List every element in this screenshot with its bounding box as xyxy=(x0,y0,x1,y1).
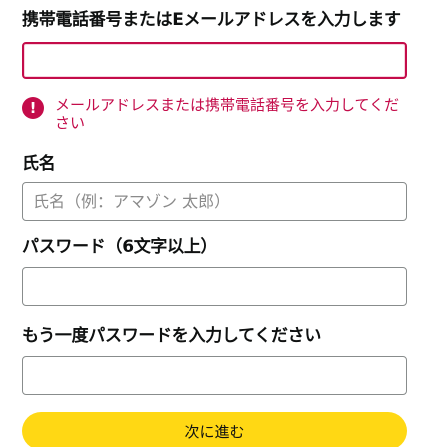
name-input[interactable] xyxy=(22,182,407,221)
password-confirm-input[interactable] xyxy=(22,356,407,395)
password-confirm-label: もう一度パスワードを入力してください xyxy=(22,326,322,346)
contact-error-text: メールアドレスまたは携帯電話番号を入力してください xyxy=(55,96,400,132)
registration-form: 携帯電話番号またはEメールアドレスを入力します ! メールアドレスまたは携帯電話… xyxy=(0,0,430,447)
contact-input[interactable] xyxy=(22,42,407,79)
password-label: パスワード（6文字以上） xyxy=(22,237,218,257)
password-input[interactable] xyxy=(22,267,407,306)
error-alert-icon: ! xyxy=(22,97,44,119)
continue-button[interactable]: 次に進む xyxy=(22,412,407,447)
name-label: 氏名 xyxy=(22,154,56,174)
contact-label: 携帯電話番号またはEメールアドレスを入力します xyxy=(22,10,401,30)
contact-error-message: ! メールアドレスまたは携帯電話番号を入力してください xyxy=(22,96,412,132)
